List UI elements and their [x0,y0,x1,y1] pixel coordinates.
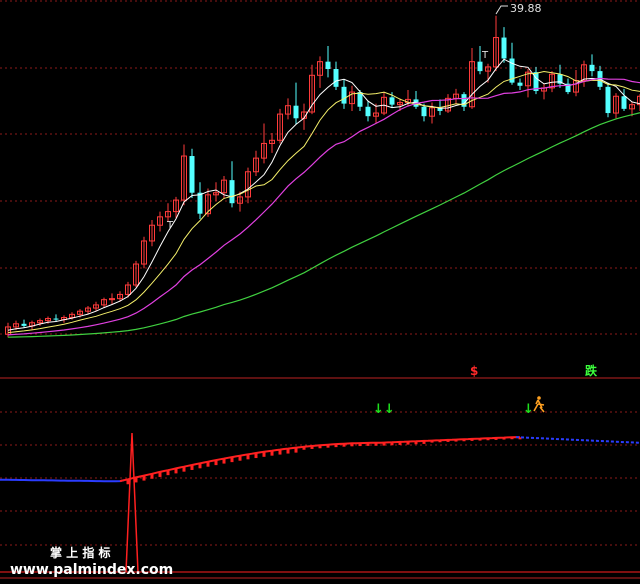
candle-body [189,156,195,193]
watermark-title: 掌 上 指 标 [50,545,111,560]
candle-body [621,96,627,109]
down-arrow-signal: ↓ [523,402,534,417]
candlestick-series [5,15,640,338]
indicator-line-red [119,436,521,483]
down-arrows-signal: ↓↓ [373,402,395,417]
candle-body [293,105,299,119]
candle-body [333,69,339,87]
watermark-url: www.palmindex.com [10,562,173,578]
moving-average-lines [7,58,640,338]
high-price-pointer [495,5,508,15]
candle-body [501,37,507,59]
candle-body [589,64,595,72]
indicator-spike [125,432,139,573]
stock-chart-window: 39.88 T T $ 跌 ↓↓ ↓ 掌 上 指 标 www.palmindex… [0,0,640,584]
runner-icon [533,399,545,413]
price-and-indicator-chart[interactable]: 39.88 T T $ 跌 ↓↓ ↓ 掌 上 指 标 www.palmindex… [0,0,640,584]
ma60-line [7,112,640,338]
candle-body [365,106,371,117]
indicator-line-blue [0,478,125,483]
ma10-line [7,70,640,334]
candle-body [517,82,523,86]
annotations [495,5,545,413]
candle-body [389,97,395,105]
candle-body [21,323,27,326]
candle-body [341,86,347,104]
t-marker-1: T [166,220,174,231]
indicator-line-blue-dash [515,436,640,444]
ma20-line [7,77,640,336]
runner-icon-head [537,396,541,400]
t-marker-2: T [481,50,489,61]
ma5-line [7,58,640,331]
candle-body [53,318,59,320]
candle-body [605,86,611,114]
candle-body [229,180,235,204]
candle-body [421,106,427,117]
high-price-label: 39.88 [510,2,542,15]
candle-body [477,61,483,72]
sell-signal-label: $ [470,364,478,378]
fall-signal-label: 跌 [585,363,598,378]
candle-body [197,192,203,214]
candle-body [325,61,331,70]
